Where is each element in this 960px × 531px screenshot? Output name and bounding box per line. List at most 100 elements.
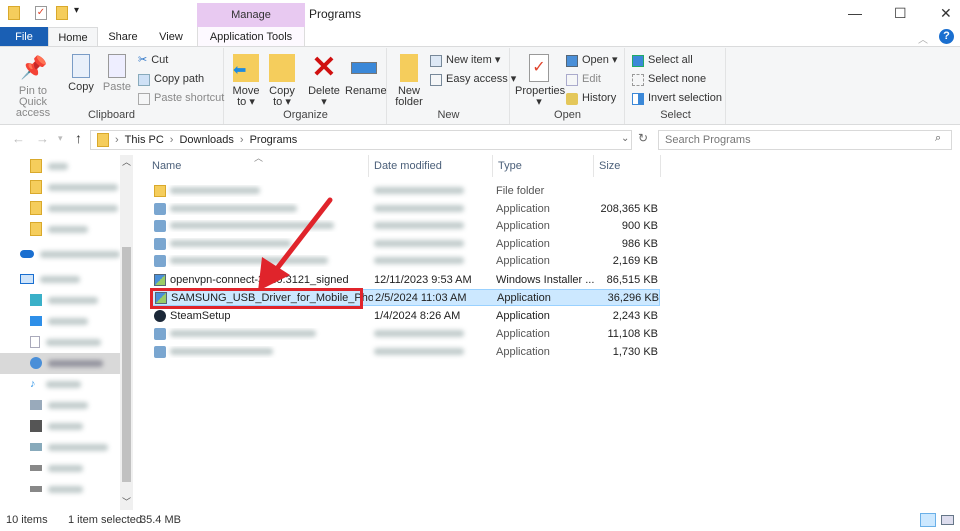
app-icon	[154, 345, 166, 358]
collapse-ribbon-icon[interactable]: ︿	[918, 31, 928, 46]
properties-button[interactable]: ✓ Properties ▾	[515, 54, 565, 108]
nav-item[interactable]	[30, 179, 118, 195]
nav-item-this-pc[interactable]	[20, 271, 80, 287]
file-type: Windows Installer ...	[496, 273, 595, 286]
paste-button[interactable]: Paste	[102, 54, 132, 93]
breadcrumb-downloads[interactable]: Downloads	[179, 134, 233, 146]
scroll-down-icon[interactable]: ﹀	[122, 495, 131, 508]
blurred-date	[374, 239, 464, 247]
blurred-label	[48, 296, 98, 304]
new-item-button[interactable]: New item ▾	[430, 52, 500, 69]
easy-access-button[interactable]: Easy access ▾	[430, 71, 516, 88]
file-row[interactable]: Application 1,730 KB	[150, 343, 660, 360]
maximize-button[interactable]: ☐	[894, 5, 907, 22]
nav-item[interactable]	[30, 481, 83, 497]
nav-item[interactable]	[30, 200, 118, 216]
status-item-count: 10 items	[6, 514, 48, 526]
file-size: 11,108 KB	[607, 327, 658, 340]
blurred-date	[374, 256, 464, 264]
recent-locations-button[interactable]: ▾	[58, 133, 63, 144]
copy-path-button[interactable]: Copy path	[138, 71, 204, 88]
refresh-icon[interactable]: ↻	[638, 131, 648, 145]
properties-quick-icon[interactable]: ✓	[35, 6, 47, 20]
nav-item[interactable]	[30, 439, 108, 455]
minimize-button[interactable]: —	[848, 5, 862, 21]
customize-quick-access-icon[interactable]: ▾	[74, 5, 79, 16]
column-header-type[interactable]: Type	[498, 160, 522, 174]
nav-item[interactable]	[30, 397, 88, 413]
nav-item[interactable]	[30, 292, 98, 308]
column-header-name[interactable]: Name	[152, 160, 181, 174]
column-divider[interactable]	[368, 155, 369, 177]
blurred-label	[48, 464, 83, 472]
column-divider[interactable]	[492, 155, 493, 177]
scrollbar-thumb[interactable]	[122, 247, 131, 482]
select-all-button[interactable]: Select all	[632, 52, 693, 69]
help-icon[interactable]: ?	[939, 29, 954, 44]
file-row[interactable]: Application 11,108 KB	[150, 325, 660, 342]
file-row[interactable]: File folder	[150, 182, 660, 199]
blurred-name	[170, 187, 260, 194]
copy-to-button[interactable]: Copy to ▾	[267, 54, 297, 108]
column-divider[interactable]	[593, 155, 594, 177]
file-row[interactable]: Application 2,169 KB	[150, 252, 660, 269]
back-button[interactable]: ←	[12, 131, 25, 146]
nav-item[interactable]	[30, 334, 101, 350]
large-icons-view-button[interactable]	[941, 515, 954, 525]
column-header-size[interactable]: Size	[599, 160, 620, 174]
select-none-button[interactable]: Select none	[632, 71, 706, 88]
nav-item[interactable]	[30, 221, 88, 237]
nav-item[interactable]: ♪	[30, 376, 81, 392]
details-view-button[interactable]	[920, 513, 936, 527]
delete-button[interactable]: ✕ Delete ▾	[307, 53, 341, 108]
nav-item[interactable]	[30, 460, 83, 476]
nav-item[interactable]	[30, 158, 68, 174]
address-bar[interactable]: › This PC › Downloads › Programs	[90, 130, 632, 150]
file-row[interactable]: Application 986 KB	[150, 235, 660, 252]
file-size: 986 KB	[621, 237, 658, 250]
edit-button[interactable]: Edit	[566, 71, 601, 88]
nav-item[interactable]	[30, 313, 88, 329]
new-folder-icon	[400, 54, 418, 82]
rename-button[interactable]: Rename	[345, 54, 387, 97]
new-folder-quick-icon[interactable]	[56, 6, 68, 20]
select-none-icon	[632, 73, 644, 86]
tab-file[interactable]: File	[0, 27, 48, 47]
blurred-label	[40, 250, 120, 258]
nav-scrollbar[interactable]: ︿ ﹀	[120, 155, 133, 510]
tab-home[interactable]: Home	[48, 27, 98, 47]
forward-button[interactable]: →	[36, 131, 49, 146]
tab-view[interactable]: View	[153, 27, 189, 47]
copy-button[interactable]: Copy	[66, 54, 96, 93]
breadcrumb-programs[interactable]: Programs	[250, 134, 298, 146]
nav-item-downloads[interactable]	[30, 355, 103, 371]
file-type: Application	[496, 219, 550, 232]
file-size: 900 KB	[621, 219, 658, 232]
cut-button[interactable]: ✂ Cut	[138, 52, 168, 69]
invert-selection-button[interactable]: Invert selection	[632, 90, 722, 107]
file-row[interactable]: openvpn-connect-3.4.0.3121_signed 12/11/…	[150, 271, 660, 288]
nav-item-onedrive[interactable]	[20, 246, 120, 262]
file-row[interactable]: Application 208,365 KB	[150, 200, 660, 217]
history-button[interactable]: History	[566, 90, 616, 107]
close-button[interactable]: ✕	[940, 5, 952, 22]
nav-item[interactable]	[30, 418, 83, 434]
tab-share[interactable]: Share	[103, 27, 143, 47]
paste-shortcut-button[interactable]: Paste shortcut	[138, 90, 224, 107]
column-divider[interactable]	[660, 155, 661, 177]
file-row[interactable]: Application 900 KB	[150, 217, 660, 234]
breadcrumb-this-pc[interactable]: This PC	[125, 134, 164, 146]
up-button[interactable]: ↑	[75, 130, 82, 146]
new-folder-button[interactable]: New folder	[394, 54, 424, 108]
tab-application-tools[interactable]: Application Tools	[197, 27, 305, 47]
file-row[interactable]: SteamSetup 1/4/2024 8:26 AM Application …	[150, 307, 660, 324]
search-input[interactable]: Search Programs	[658, 130, 952, 150]
file-size: 2,169 KB	[612, 254, 658, 267]
scroll-up-icon[interactable]: ︿	[122, 155, 131, 168]
address-dropdown-icon[interactable]: ⌄	[621, 133, 629, 144]
column-header-date[interactable]: Date modified	[374, 160, 442, 174]
app-icon	[154, 327, 166, 340]
move-to-button[interactable]: ⬅ Move to ▾	[231, 54, 261, 108]
file-type: Application	[496, 327, 550, 340]
open-button[interactable]: Open ▾	[566, 52, 618, 69]
